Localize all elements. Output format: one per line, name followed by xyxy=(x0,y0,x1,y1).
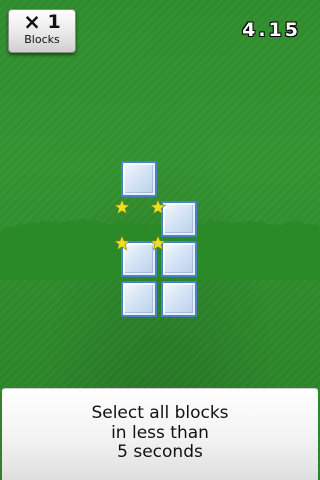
block[interactable] xyxy=(161,201,197,237)
block[interactable] xyxy=(121,281,157,317)
block[interactable] xyxy=(161,241,197,277)
block[interactable] xyxy=(121,161,157,197)
blocks-counter: × 1 Blocks xyxy=(8,9,76,53)
blocks-label: Blocks xyxy=(24,33,60,46)
star-icon xyxy=(114,235,130,251)
instruction-text: Select all blocks in less than 5 seconds xyxy=(91,403,229,462)
star-icon xyxy=(150,199,166,215)
game-screen: × 1 Blocks 4.15 Select all blocks in les… xyxy=(0,0,320,480)
timer: 4.15 xyxy=(242,19,301,41)
instruction-panel: Select all blocks in less than 5 seconds xyxy=(2,388,318,480)
star-icon xyxy=(114,199,130,215)
block[interactable] xyxy=(161,281,197,317)
star-icon xyxy=(150,235,166,251)
multiply-icon: × xyxy=(23,10,41,34)
blocks-count: 1 xyxy=(47,11,61,33)
